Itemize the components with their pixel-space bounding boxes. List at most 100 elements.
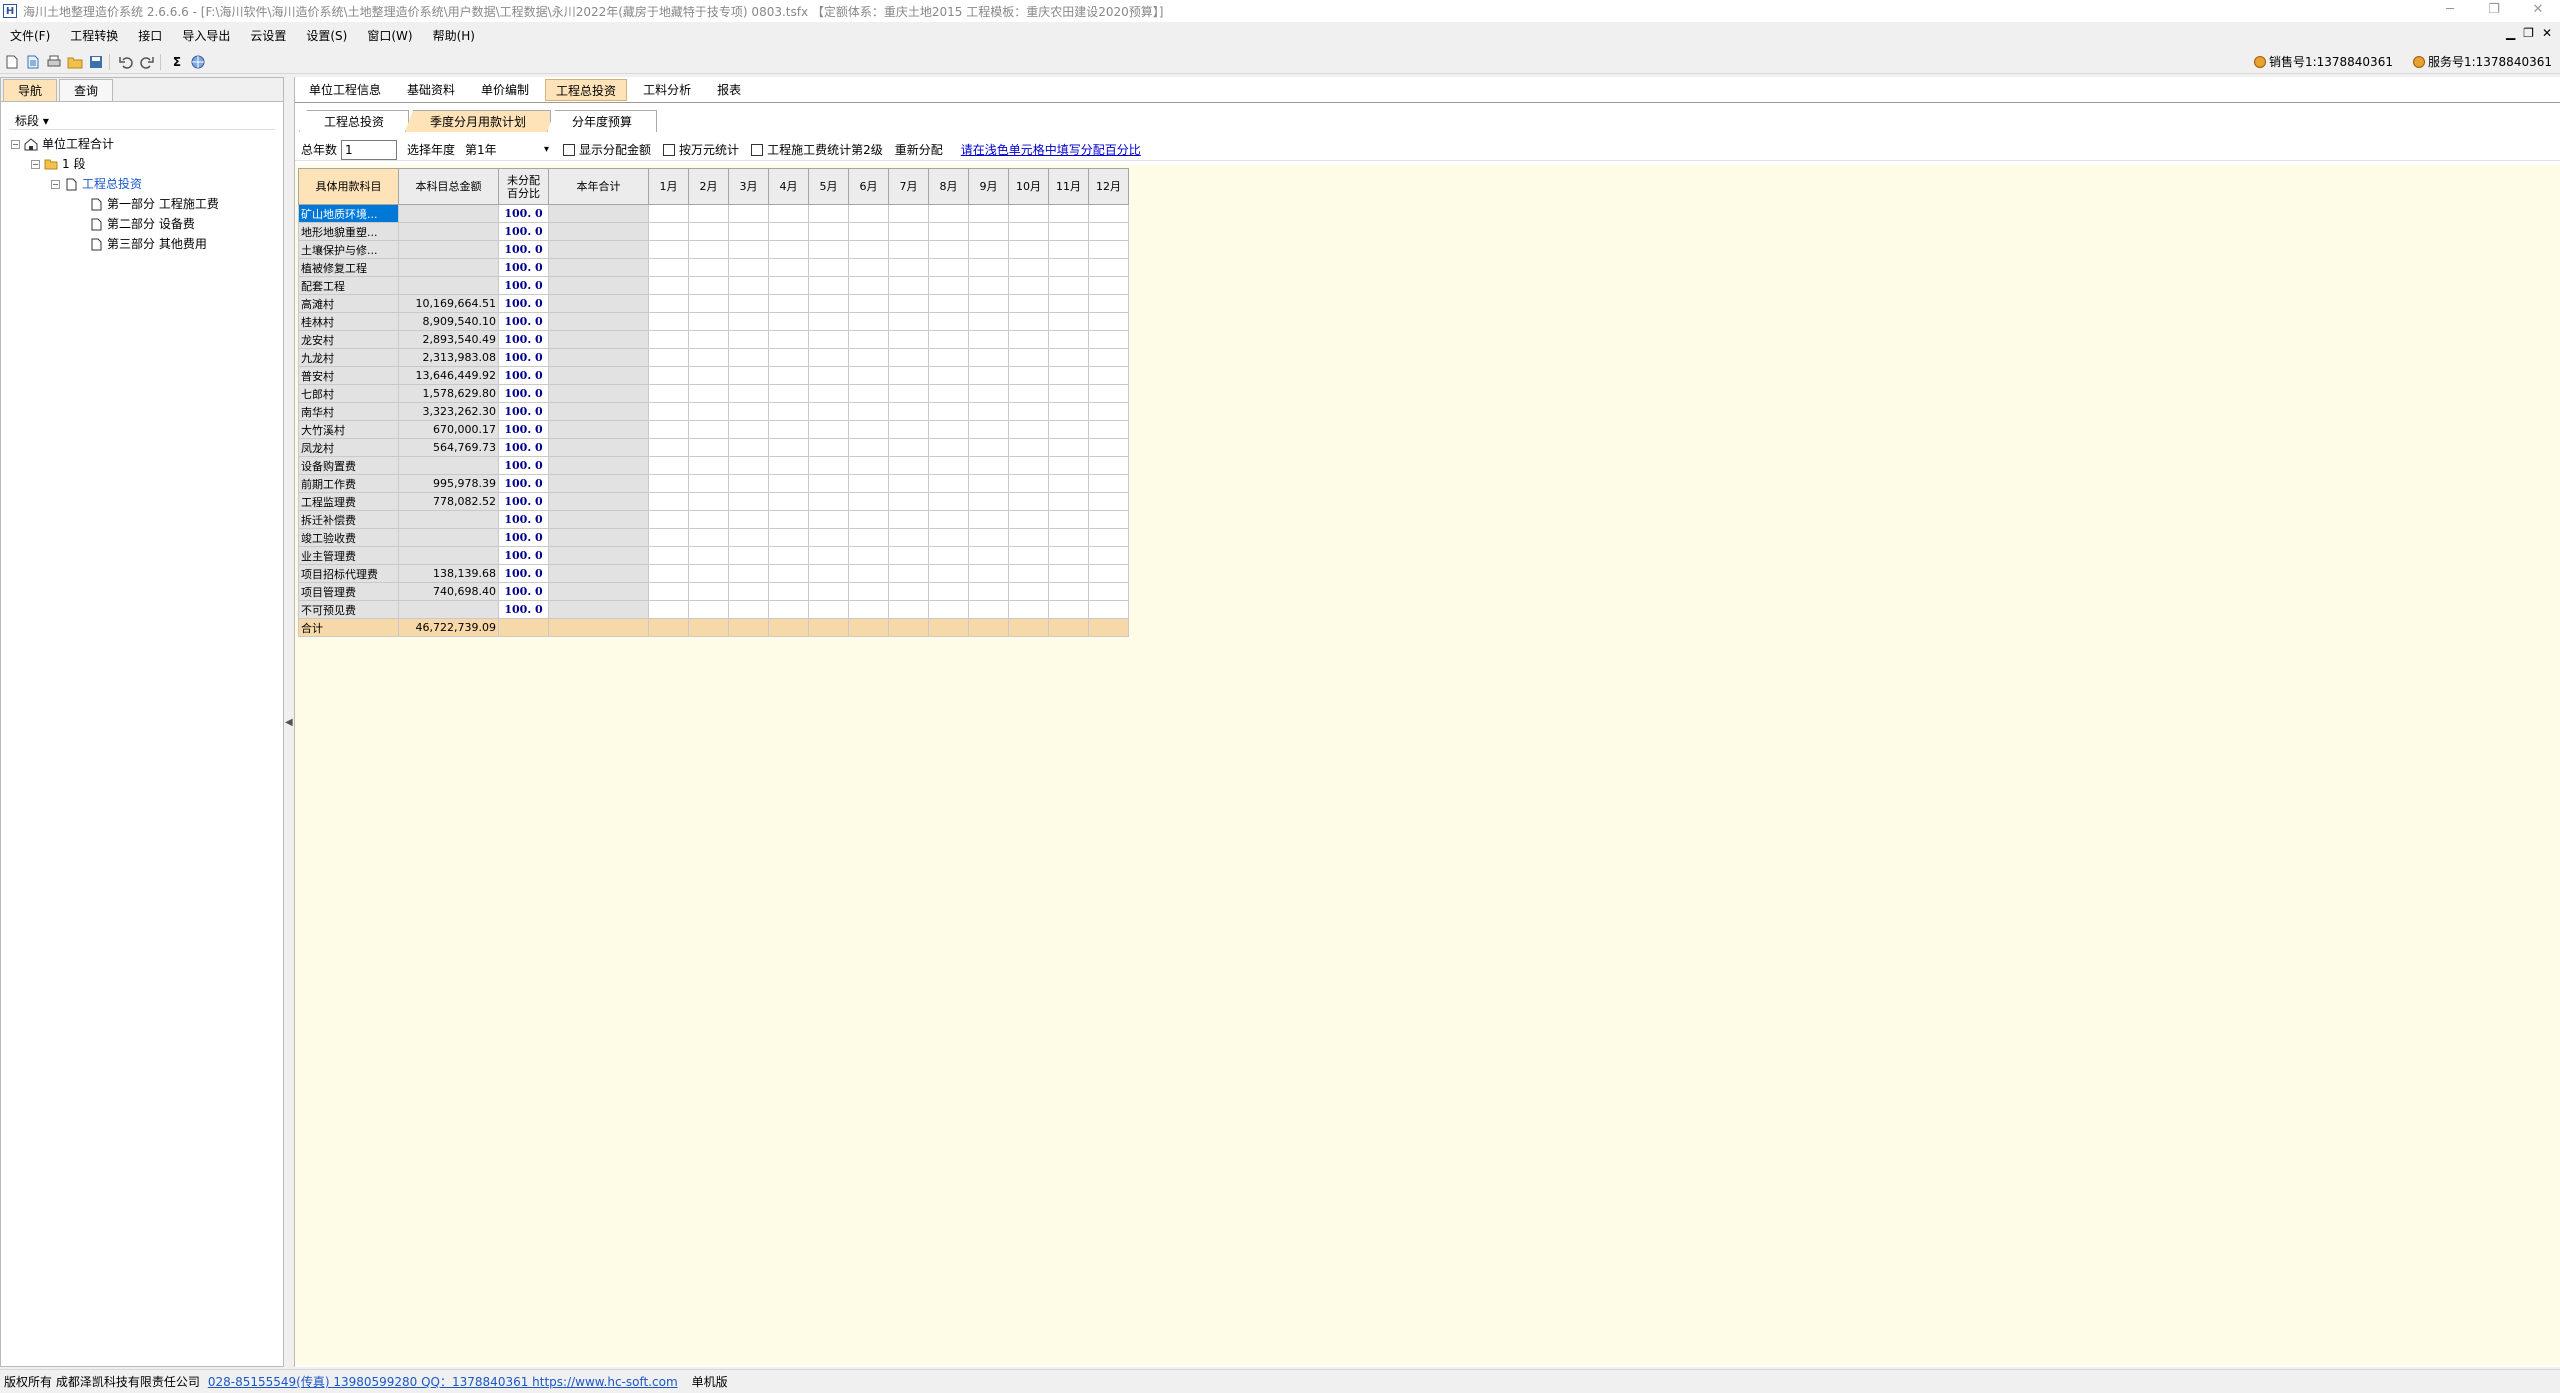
month-cell[interactable] <box>808 546 849 565</box>
month-cell[interactable] <box>1048 474 1089 493</box>
month-cell[interactable] <box>1048 240 1089 259</box>
menu-help[interactable]: 帮助(H) <box>423 24 485 48</box>
month-cell[interactable] <box>1088 456 1129 475</box>
month-cell[interactable] <box>848 204 889 223</box>
month-cell[interactable] <box>808 402 849 421</box>
month-cell[interactable] <box>648 510 689 529</box>
month-cell[interactable] <box>808 240 849 259</box>
table-row[interactable]: 高滩村 10,169,664.51 100. 0 <box>298 294 1129 313</box>
table-row[interactable]: 九龙村 2,313,983.08 100. 0 <box>298 348 1129 367</box>
month-cell[interactable] <box>1088 492 1129 511</box>
row-unallocated-pct[interactable]: 100. 0 <box>498 528 549 547</box>
tab-query[interactable]: 查询 <box>59 79 114 101</box>
month-cell[interactable] <box>648 204 689 223</box>
month-cell[interactable] <box>768 510 809 529</box>
month-cell[interactable] <box>848 222 889 241</box>
table-row[interactable]: 竣工验收费 100. 0 <box>298 528 1129 547</box>
table-row[interactable]: 大竹溪村 670,000.17 100. 0 <box>298 420 1129 439</box>
open-doc-icon[interactable] <box>24 53 42 71</box>
menu-cloud-settings[interactable]: 云设置 <box>240 24 296 48</box>
level2-checkbox[interactable]: 工程施工费统计第2级 <box>751 141 883 158</box>
month-cell[interactable] <box>968 582 1009 601</box>
month-cell[interactable] <box>1008 366 1049 385</box>
month-cell[interactable] <box>848 456 889 475</box>
month-cell[interactable] <box>728 402 769 421</box>
table-row[interactable]: 桂林村 8,909,540.10 100. 0 <box>298 312 1129 331</box>
month-cell[interactable] <box>768 312 809 331</box>
month-cell[interactable] <box>1008 510 1049 529</box>
table-row[interactable]: 前期工作费 995,978.39 100. 0 <box>298 474 1129 493</box>
month-cell[interactable] <box>1008 438 1049 457</box>
month-cell[interactable] <box>888 258 929 277</box>
month-cell[interactable] <box>1048 528 1089 547</box>
month-cell[interactable] <box>848 402 889 421</box>
month-cell[interactable] <box>848 312 889 331</box>
month-cell[interactable] <box>848 330 889 349</box>
month-cell[interactable] <box>1088 330 1129 349</box>
month-cell[interactable] <box>1048 312 1089 331</box>
collapse-toggle[interactable]: − <box>31 159 40 169</box>
month-cell[interactable] <box>688 348 729 367</box>
month-cell[interactable] <box>848 510 889 529</box>
month-cell[interactable] <box>848 258 889 277</box>
month-cell[interactable] <box>888 294 929 313</box>
contact-link[interactable]: 028-85155549(传真) 13980599280 QQ：13788403… <box>208 1373 678 1390</box>
table-row[interactable]: 项目招标代理费 138,139.68 100. 0 <box>298 564 1129 583</box>
month-cell[interactable] <box>688 492 729 511</box>
month-cell[interactable] <box>848 294 889 313</box>
month-cell[interactable] <box>728 582 769 601</box>
month-cell[interactable] <box>1048 366 1089 385</box>
row-unallocated-pct[interactable]: 100. 0 <box>498 438 549 457</box>
month-cell[interactable] <box>728 510 769 529</box>
redistribute-button[interactable]: 重新分配 <box>895 141 943 158</box>
month-cell[interactable] <box>688 258 729 277</box>
month-cell[interactable] <box>848 348 889 367</box>
month-cell[interactable] <box>888 456 929 475</box>
month-cell[interactable] <box>768 240 809 259</box>
month-cell[interactable] <box>688 276 729 295</box>
month-cell[interactable] <box>1048 222 1089 241</box>
month-cell[interactable] <box>728 258 769 277</box>
month-cell[interactable] <box>728 600 769 619</box>
table-row[interactable]: 不可预见费 100. 0 <box>298 600 1129 619</box>
month-cell[interactable] <box>928 276 969 295</box>
month-cell[interactable] <box>928 510 969 529</box>
tab-unit-info[interactable]: 单位工程信息 <box>299 79 391 101</box>
month-cell[interactable] <box>728 384 769 403</box>
month-cell[interactable] <box>968 204 1009 223</box>
month-cell[interactable] <box>728 438 769 457</box>
month-cell[interactable] <box>808 384 849 403</box>
month-cell[interactable] <box>968 240 1009 259</box>
month-cell[interactable] <box>1088 564 1129 583</box>
month-cell[interactable] <box>808 474 849 493</box>
month-cell[interactable] <box>1008 312 1049 331</box>
month-cell[interactable] <box>888 528 929 547</box>
undo-icon[interactable] <box>117 53 135 71</box>
row-unallocated-pct[interactable]: 100. 0 <box>498 204 549 223</box>
month-cell[interactable] <box>968 330 1009 349</box>
row-unallocated-pct[interactable]: 100. 0 <box>498 384 549 403</box>
month-cell[interactable] <box>1088 420 1129 439</box>
month-cell[interactable] <box>728 330 769 349</box>
month-cell[interactable] <box>688 456 729 475</box>
month-cell[interactable] <box>648 276 689 295</box>
month-cell[interactable] <box>928 582 969 601</box>
table-row[interactable]: 凤龙村 564,769.73 100. 0 <box>298 438 1129 457</box>
month-cell[interactable] <box>1008 330 1049 349</box>
month-cell[interactable] <box>848 240 889 259</box>
menu-import-export[interactable]: 导入导出 <box>172 24 240 48</box>
row-unallocated-pct[interactable]: 100. 0 <box>498 330 549 349</box>
month-cell[interactable] <box>1088 402 1129 421</box>
month-cell[interactable] <box>688 366 729 385</box>
month-cell[interactable] <box>1008 240 1049 259</box>
month-cell[interactable] <box>648 312 689 331</box>
month-cell[interactable] <box>648 420 689 439</box>
month-cell[interactable] <box>768 258 809 277</box>
month-cell[interactable] <box>888 600 929 619</box>
month-cell[interactable] <box>928 546 969 565</box>
month-cell[interactable] <box>1088 528 1129 547</box>
month-cell[interactable] <box>648 582 689 601</box>
month-cell[interactable] <box>768 366 809 385</box>
month-cell[interactable] <box>1048 348 1089 367</box>
row-unallocated-pct[interactable]: 100. 0 <box>498 582 549 601</box>
